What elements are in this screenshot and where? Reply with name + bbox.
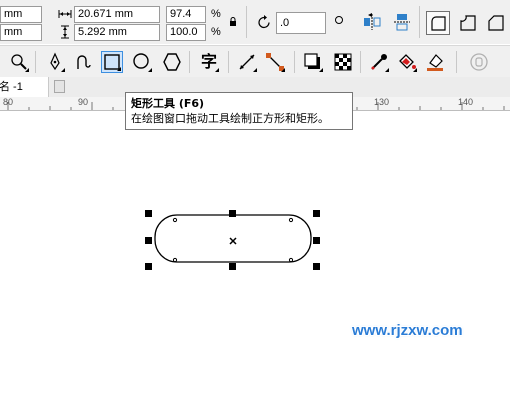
- round-corner-button[interactable]: [426, 11, 450, 35]
- ruler-label: 140: [458, 97, 474, 107]
- selection-handle-top-right[interactable]: [313, 210, 320, 217]
- new-tab-button[interactable]: [54, 80, 65, 93]
- drop-shadow-tool[interactable]: [302, 51, 324, 73]
- scale-y-percent: %: [211, 26, 221, 38]
- separator: [228, 51, 229, 73]
- document-tab-label: 命名 -1: [0, 81, 23, 93]
- rectangle-tool[interactable]: [101, 51, 123, 73]
- tooltip-description: 在绘图窗口拖动工具绘制正方形和矩形。: [131, 112, 329, 125]
- disabled-lock-icon: [470, 53, 488, 71]
- width-field[interactable]: 20.671 mm: [74, 6, 160, 23]
- node-point[interactable]: [172, 217, 178, 223]
- selection-handle-left[interactable]: [145, 237, 152, 244]
- rounded-rectangle[interactable]: [154, 214, 312, 263]
- selection-handle-top-left[interactable]: [145, 210, 152, 217]
- position-x-field[interactable]: mm: [0, 6, 42, 23]
- center-marker: [229, 237, 237, 245]
- mirror-vertical-icon[interactable]: [392, 12, 412, 32]
- separator: [35, 51, 36, 73]
- position-y-field[interactable]: mm: [0, 24, 42, 41]
- scale-x-field[interactable]: 97.4: [166, 6, 206, 23]
- height-icon: [61, 25, 69, 39]
- scallop-corner-icon[interactable]: [457, 12, 479, 34]
- ruler-label: 130: [374, 97, 390, 107]
- node-point[interactable]: [288, 217, 294, 223]
- separator: [456, 51, 457, 73]
- polygon-tool[interactable]: [161, 51, 183, 73]
- width-icon: [58, 10, 72, 18]
- node-point[interactable]: [288, 257, 294, 263]
- separator: [419, 6, 420, 38]
- tooltip-title: 矩形工具 (F6): [131, 97, 205, 110]
- watermark: www.rjzxw.com: [352, 322, 463, 339]
- polygon-icon: [163, 53, 181, 71]
- round-corner-icon: [431, 16, 446, 31]
- selection-handle-bottom[interactable]: [229, 263, 236, 270]
- degree-icon: [335, 16, 343, 24]
- document-tab[interactable]: 命名 -1: [0, 77, 49, 97]
- scale-y-field[interactable]: 100.0: [166, 24, 206, 41]
- rotation-icon: [258, 15, 270, 29]
- property-bar: mm mm 20.671 mm 5.292 mm 97.4 100.0 % % …: [0, 0, 510, 44]
- ruler-label: 90: [78, 97, 89, 107]
- rotation-field[interactable]: .0: [276, 12, 326, 34]
- smart-fill-tool[interactable]: [424, 51, 446, 73]
- eyedropper-tool[interactable]: [368, 51, 390, 73]
- separator: [294, 51, 295, 73]
- curve-icon: [77, 55, 91, 69]
- artistic-media-tool[interactable]: [72, 51, 94, 73]
- separator: [189, 51, 190, 73]
- interactive-fill-tool[interactable]: [396, 51, 418, 73]
- separator: [360, 51, 361, 73]
- lock-tool-disabled: [468, 51, 490, 73]
- connector-tool[interactable]: [264, 51, 286, 73]
- ellipse-tool[interactable]: [131, 51, 153, 73]
- zoom-tool[interactable]: [8, 51, 30, 73]
- transparency-tool[interactable]: [332, 51, 354, 73]
- separator: [246, 6, 247, 38]
- lock-ratio-icon[interactable]: [229, 17, 237, 27]
- mirror-horizontal-icon[interactable]: [362, 12, 382, 32]
- toolbox: 字: [0, 45, 510, 78]
- checkerboard-icon: [334, 53, 352, 71]
- selection-handle-top[interactable]: [229, 210, 236, 217]
- scale-x-percent: %: [211, 8, 221, 20]
- chamfer-corner-icon[interactable]: [485, 12, 507, 34]
- node-point[interactable]: [172, 257, 178, 263]
- pen-tool[interactable]: [44, 51, 66, 73]
- eraser-fill-icon: [427, 54, 443, 71]
- height-field[interactable]: 5.292 mm: [74, 24, 160, 41]
- ruler-label: 80: [3, 97, 14, 107]
- text-tool[interactable]: 字: [198, 51, 220, 73]
- selection-handle-bottom-left[interactable]: [145, 263, 152, 270]
- dimension-tool[interactable]: [236, 51, 258, 73]
- rectangle-tool-tooltip: 矩形工具 (F6) 在绘图窗口拖动工具绘制正方形和矩形。: [125, 92, 353, 130]
- selection-handle-bottom-right[interactable]: [313, 263, 320, 270]
- selection-handle-right[interactable]: [313, 237, 320, 244]
